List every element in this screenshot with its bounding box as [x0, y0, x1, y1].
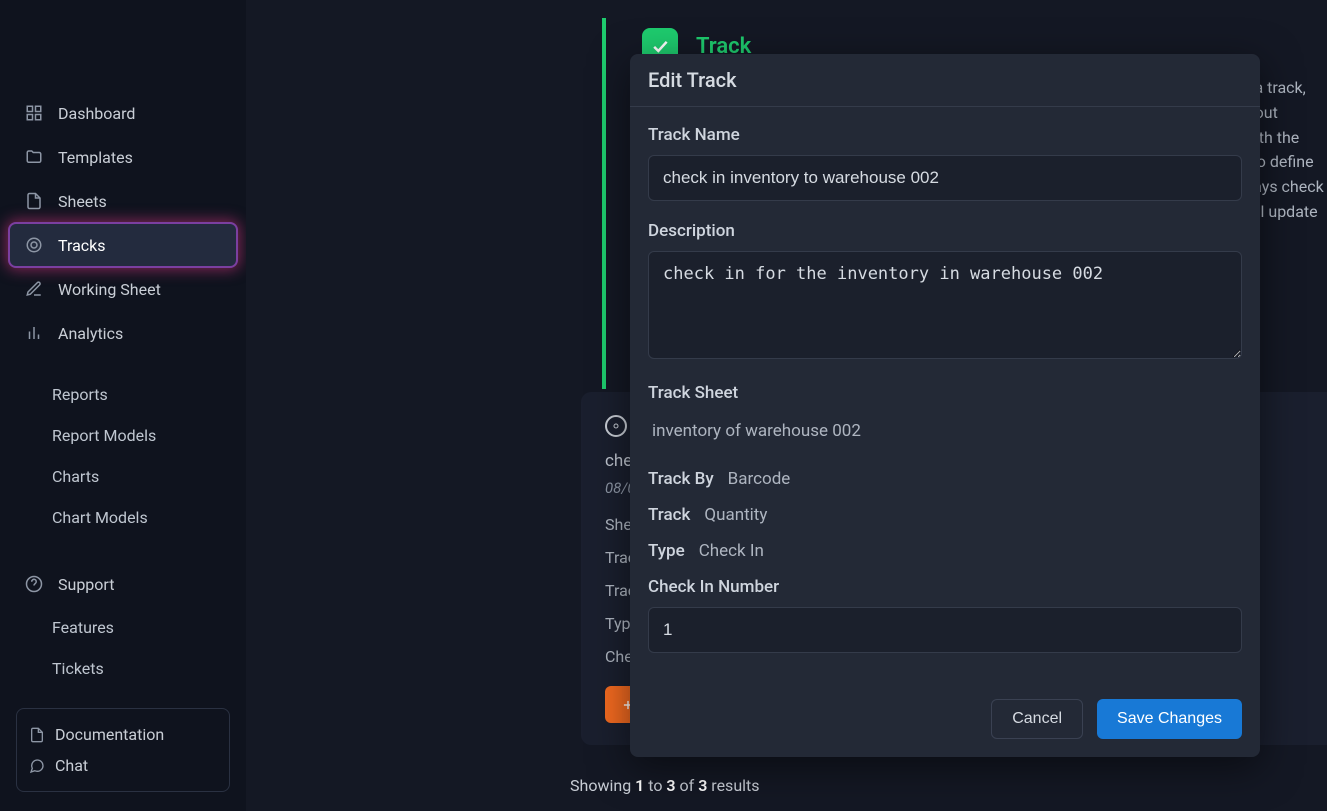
- sidebar-item-label: Working Sheet: [58, 280, 161, 299]
- sidebar-item-label: Analytics: [58, 324, 123, 343]
- modal-title: Edit Track: [630, 54, 1260, 107]
- sidebar-support-sub: Features Tickets: [0, 607, 246, 688]
- track-sheet-value: inventory of warehouse 002: [648, 413, 1242, 449]
- sidebar-item-chat[interactable]: Chat: [29, 750, 217, 781]
- sidebar-item-tracks[interactable]: Tracks: [10, 224, 236, 266]
- cancel-button[interactable]: Cancel: [991, 699, 1083, 739]
- save-changes-button[interactable]: Save Changes: [1097, 699, 1242, 739]
- sidebar: Dashboard Templates Sheets Tracks Workin…: [0, 0, 246, 811]
- pencil-square-icon: [24, 280, 44, 298]
- folder-icon: [24, 148, 44, 166]
- track-name-label: Track Name: [648, 125, 1242, 145]
- track-by-row: Track By Barcode: [648, 469, 1242, 489]
- file-icon: [24, 192, 44, 210]
- type-row: Type Check In: [648, 541, 1242, 561]
- checkin-number-input[interactable]: [648, 607, 1242, 653]
- sidebar-item-features[interactable]: Features: [10, 607, 236, 647]
- sidebar-item-tickets[interactable]: Tickets: [10, 648, 236, 688]
- sidebar-help-box: Documentation Chat: [16, 708, 230, 792]
- sidebar-item-working-sheet[interactable]: Working Sheet: [10, 268, 236, 310]
- description-input[interactable]: [648, 251, 1242, 359]
- results-count: Showing 1 to 3 of 3 results: [570, 776, 760, 795]
- track-icon: [605, 415, 627, 437]
- track-name-input[interactable]: [648, 155, 1242, 201]
- sidebar-item-label: Dashboard: [58, 104, 135, 123]
- track-sheet-label: Track Sheet: [648, 383, 1242, 403]
- sidebar-item-label: Sheets: [58, 192, 107, 211]
- sidebar-analytics-sub: Reports Report Models Charts Chart Model…: [0, 374, 246, 537]
- doc-icon: [29, 727, 45, 743]
- target-icon: [24, 236, 44, 254]
- sidebar-item-label: Support: [58, 575, 114, 594]
- sidebar-item-analytics[interactable]: Analytics: [10, 312, 236, 354]
- dashboard-icon: [24, 104, 44, 122]
- sidebar-item-dashboard[interactable]: Dashboard: [10, 92, 236, 134]
- description-label: Description: [648, 221, 1242, 241]
- bar-chart-icon: [24, 324, 44, 342]
- chat-icon: [29, 758, 45, 774]
- sidebar-item-label: Templates: [58, 148, 133, 167]
- sidebar-item-templates[interactable]: Templates: [10, 136, 236, 178]
- sidebar-item-reports[interactable]: Reports: [10, 374, 236, 414]
- sidebar-item-chart-models[interactable]: Chart Models: [10, 497, 236, 537]
- checkin-number-label: Check In Number: [648, 577, 1242, 597]
- help-icon: [24, 575, 44, 593]
- edit-track-modal: Edit Track Track Name Description Track …: [630, 54, 1260, 757]
- sidebar-item-charts[interactable]: Charts: [10, 456, 236, 496]
- sidebar-item-sheets[interactable]: Sheets: [10, 180, 236, 222]
- sidebar-item-report-models[interactable]: Report Models: [10, 415, 236, 455]
- sidebar-item-documentation[interactable]: Documentation: [29, 719, 217, 750]
- sidebar-item-label: Tracks: [58, 236, 106, 255]
- track-row: Track Quantity: [648, 505, 1242, 525]
- sidebar-item-support[interactable]: Support: [10, 563, 236, 605]
